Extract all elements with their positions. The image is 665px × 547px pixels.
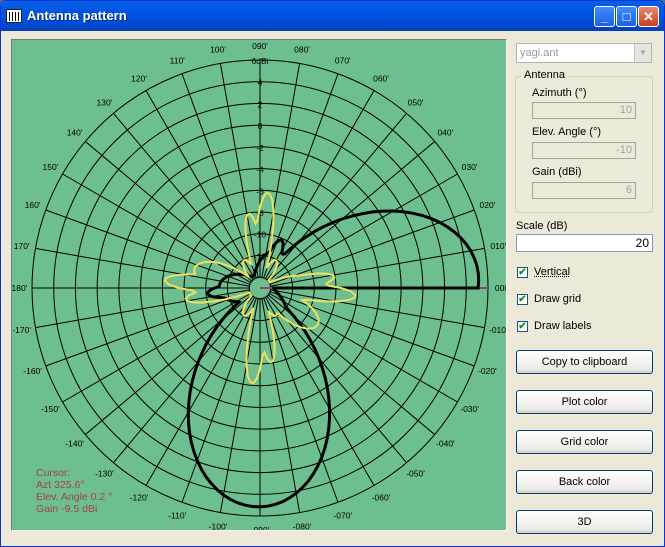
angle-label: 170' [14, 241, 30, 251]
grid-spoke [266, 113, 407, 281]
antenna-pattern-window: Antenna pattern _ □ ✕ 000010'020'030'040… [0, 0, 665, 547]
azimuth-field[interactable]: 10 [532, 102, 636, 119]
angle-label: -070' [333, 510, 352, 520]
close-button[interactable]: ✕ [638, 6, 659, 27]
angle-label: 150' [43, 162, 59, 172]
title-bar[interactable]: Antenna pattern _ □ ✕ [1, 1, 664, 31]
angle-label: -010' [489, 325, 506, 335]
angle-label: 090' [252, 41, 268, 51]
angle-label: -020' [478, 366, 497, 376]
grid-spoke [268, 292, 458, 403]
elev-angle-label: Elev. Angle (°) [532, 126, 602, 138]
angle-label: 160' [25, 200, 41, 210]
scale-input[interactable]: 20 [516, 234, 653, 252]
angle-label: -170' [12, 325, 31, 335]
grid-color-button[interactable]: Grid color [516, 430, 653, 454]
gain-ring-label: -6 [256, 186, 264, 196]
gain-ring-label: 6dBi [251, 56, 268, 66]
copy-to-clipboard-button[interactable]: Copy to clipboard [516, 350, 653, 374]
antenna-file-value: yagi.ant [520, 47, 559, 59]
gain-ring-label: -10 [254, 230, 267, 240]
angle-label: 030' [462, 162, 478, 172]
gain-label: Gain (dBi) [532, 166, 582, 178]
angle-label: 110' [170, 56, 186, 66]
antenna-pattern-plot[interactable]: 000 010' 020' 030' 040' 050' 060' 070' 080' 090' 1… [11, 39, 507, 531]
angle-label: 000 [495, 283, 506, 293]
angle-label: -090' [251, 525, 270, 530]
back-color-button[interactable]: Back color [516, 470, 653, 494]
angle-label: 080' [294, 45, 310, 55]
gain-ring-label: 0 [258, 121, 263, 131]
cursor-azimuth: Azt 325.6° [36, 479, 85, 491]
antenna-file-select[interactable]: yagi.ant ▼ [516, 43, 652, 63]
scale-label: Scale (dB) [516, 220, 568, 232]
angle-label: -110' [168, 510, 186, 520]
chevron-down-icon[interactable]: ▼ [634, 44, 651, 62]
angle-label: -060' [372, 493, 391, 503]
angle-label: 050' [408, 98, 424, 108]
antenna-group-title: Antenna [521, 69, 568, 81]
angle-label: 060' [373, 73, 389, 83]
draw-grid-checkbox[interactable]: ✔ [517, 294, 528, 305]
gain-ring-label: -2 [256, 143, 264, 153]
elev-angle-field[interactable]: -10 [532, 142, 636, 159]
vertical-checkbox[interactable]: ✔ [517, 267, 528, 278]
azimuth-label: Azimuth (°) [532, 87, 587, 99]
gain-field[interactable]: 6 [532, 182, 636, 199]
grid-spoke [264, 296, 375, 486]
grid-spoke [85, 141, 253, 282]
grid-spoke [62, 173, 252, 284]
maximize-button[interactable]: □ [616, 6, 637, 27]
cursor-title: Cursor: [36, 467, 71, 479]
draw-labels-checkbox[interactable]: ✔ [517, 321, 528, 332]
angle-label: -100' [209, 521, 228, 530]
minimize-button[interactable]: _ [594, 6, 615, 27]
angle-label: -040' [436, 439, 455, 449]
vertical-checkbox-label[interactable]: Vertical [534, 266, 570, 278]
grid-spoke [113, 295, 254, 463]
angle-label: -150' [41, 404, 60, 414]
angle-label: 120' [131, 73, 147, 83]
angle-label: 100' [210, 45, 226, 55]
gain-ring-label: 4 [258, 78, 263, 88]
angle-label: 130' [97, 98, 113, 108]
cursor-gain: Gain -9.5 dBi [36, 503, 98, 515]
polar-chart[interactable]: 000 010' 020' 030' 040' 050' 060' 070' 080' 090' 1… [12, 40, 506, 530]
app-icon [6, 9, 22, 23]
grid-spoke [113, 113, 254, 281]
angle-label: -050' [406, 468, 425, 478]
angle-label: -180' [12, 283, 28, 293]
angle-label: -140' [65, 439, 84, 449]
angle-label: 070' [335, 56, 351, 66]
3d-button[interactable]: 3D [516, 510, 653, 534]
window-title: Antenna pattern [27, 8, 127, 23]
gain-ring-label: 2 [258, 99, 263, 109]
grid-spoke [62, 292, 252, 403]
angle-label: -160' [23, 366, 42, 376]
cursor-elevation: Elev. Angle 0.2 ° [36, 491, 113, 503]
angle-label: 020' [479, 200, 495, 210]
cursor-readout: Cursor: Azt 325.6° Elev. Angle 0.2 ° Gai… [36, 467, 112, 515]
grid-spoke [145, 90, 256, 280]
angle-label: -030' [460, 404, 479, 414]
angle-label: 140' [67, 127, 83, 137]
grid-spoke [145, 296, 256, 486]
draw-grid-checkbox-label[interactable]: Draw grid [534, 293, 581, 305]
plot-color-button[interactable]: Plot color [516, 390, 653, 414]
draw-labels-checkbox-label[interactable]: Draw labels [534, 320, 591, 332]
gain-ring-label: -4 [256, 165, 264, 175]
angle-label: 040' [437, 127, 453, 137]
angle-label: -080' [293, 521, 312, 530]
angle-label: 010' [490, 241, 506, 251]
grid-spoke [268, 173, 458, 284]
angle-label: -120' [130, 493, 149, 503]
